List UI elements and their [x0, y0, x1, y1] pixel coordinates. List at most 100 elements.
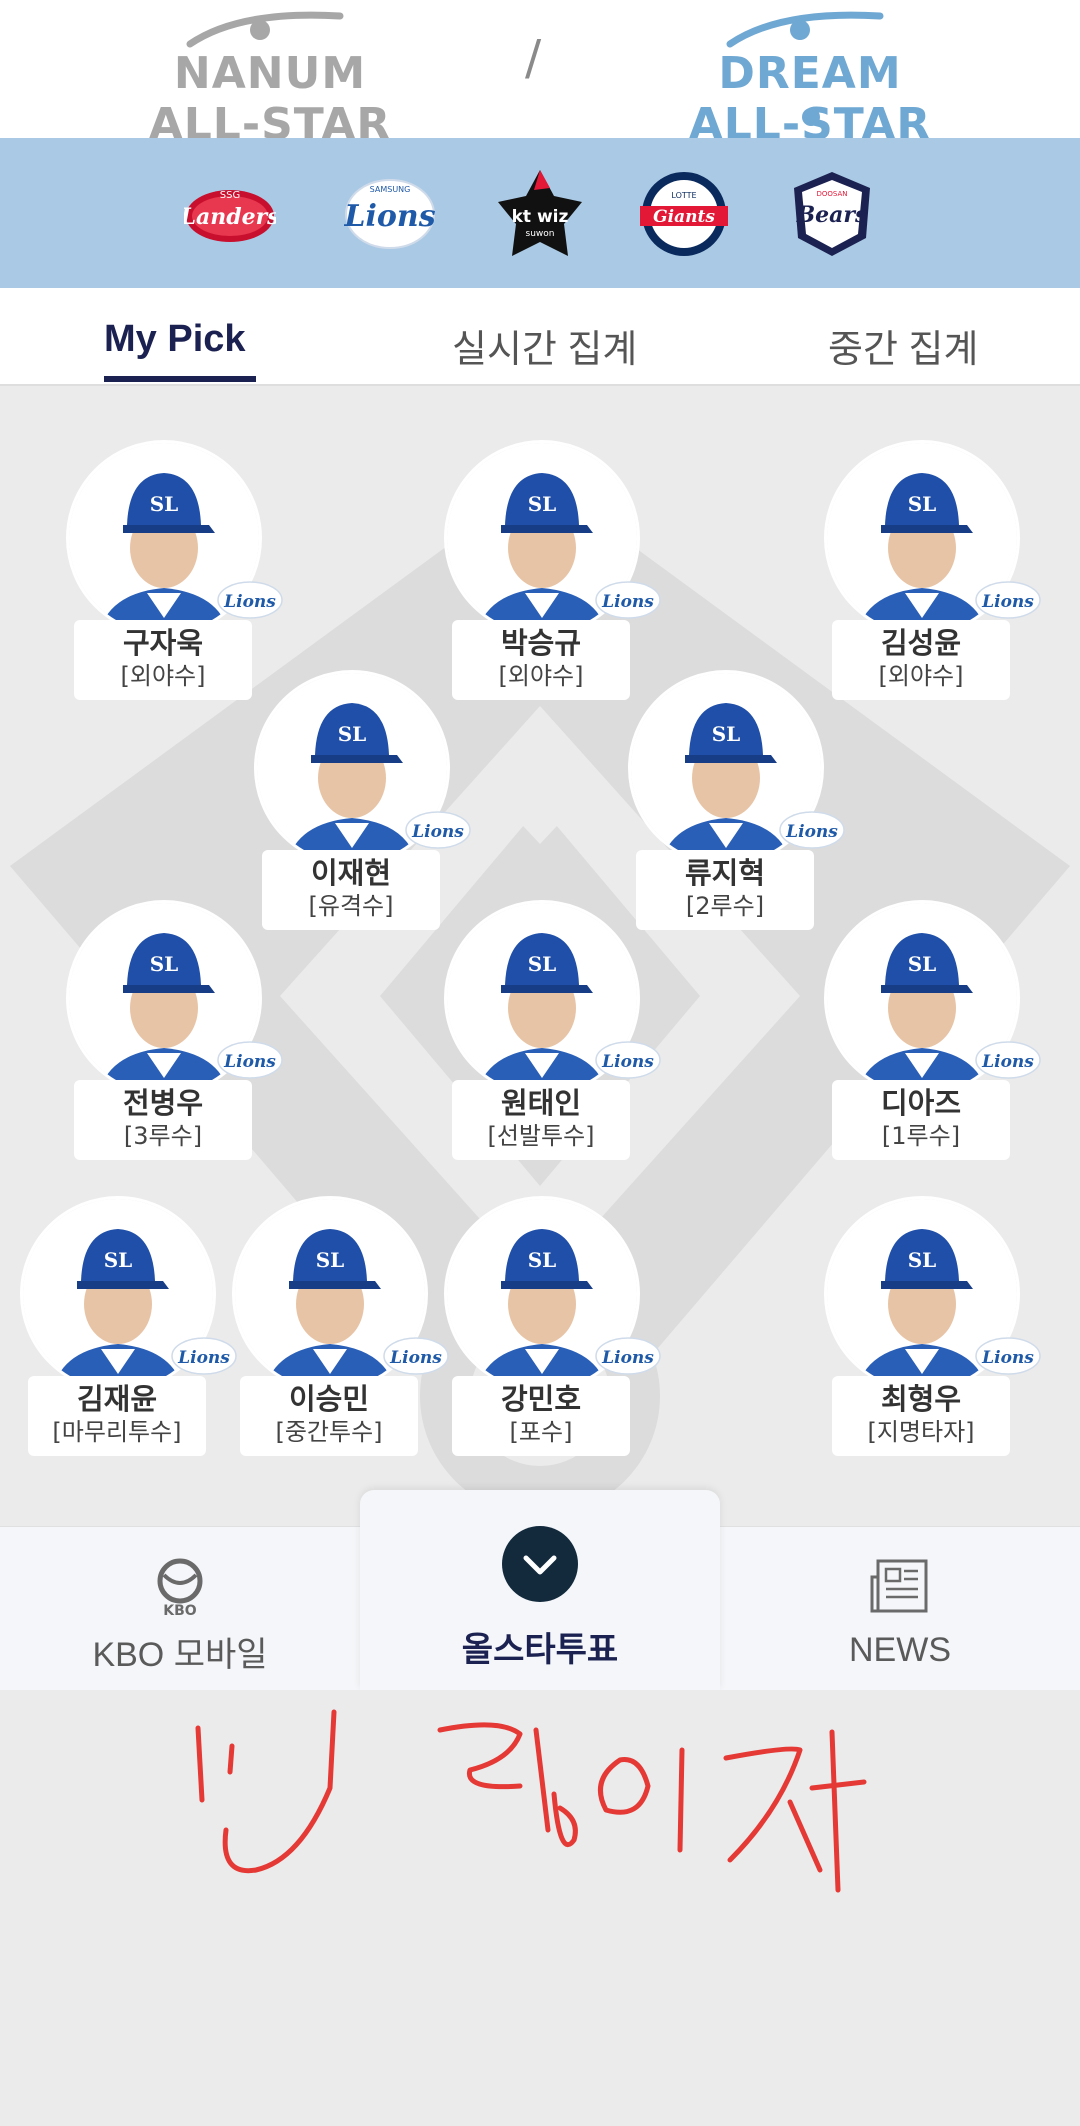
player-info: 디아즈 [1루수] [832, 1080, 1010, 1160]
lions-badge-icon: Lions [779, 811, 845, 849]
nav-news[interactable]: NEWS [720, 1527, 1080, 1691]
player-info: 전병우 [3루수] [74, 1080, 252, 1160]
player-card[interactable]: SL Lions 전병우 [3루수] [66, 900, 283, 1170]
player-name: 최형우 [880, 1382, 962, 1416]
player-position: [1루수] [881, 1122, 961, 1150]
player-card[interactable]: SL Lions 이승민 [중간투수] [232, 1196, 449, 1466]
player-position: [2루수] [685, 892, 765, 920]
lions-logo-icon: SAMSUNG Lions [344, 179, 436, 249]
player-position: [지명타자] [867, 1418, 975, 1446]
ktwiz-logo-icon: kt wiz suwon [498, 170, 582, 256]
svg-text:DOOSAN: DOOSAN [816, 190, 847, 198]
player-card[interactable]: SL Lions 디아즈 [1루수] [824, 900, 1041, 1170]
tab-bar: My Pick 실시간 집계 중간 집계 [0, 288, 1080, 386]
nanum-logo-text: NANUM ALL-STAR [148, 48, 392, 150]
nanum-swoosh-icon [186, 11, 344, 48]
player-info: 강민호 [포수] [452, 1376, 630, 1456]
player-info: 류지혁 [2루수] [636, 850, 814, 930]
dream-logo-text: DREAM ALL-STAR [689, 48, 931, 150]
nav-allstar-vote[interactable]: 올스타투표 [360, 1490, 720, 1690]
player-position: [외야수] [498, 662, 584, 690]
nav-vote-label: 올스타투표 [461, 1631, 619, 1669]
lions-badge-icon: Lions [383, 1337, 449, 1375]
player-info: 김성윤 [외야수] [832, 620, 1010, 700]
active-tab-indicator [104, 376, 256, 382]
svg-text:suwon: suwon [526, 229, 555, 239]
player-name: 구자욱 [122, 626, 204, 660]
player-name: 원태인 [500, 1086, 582, 1120]
player-card[interactable]: SL Lions 김재윤 [마무리투수] [20, 1196, 237, 1466]
kbo-logo-icon: KBO [157, 1558, 203, 1617]
svg-text:Lions: Lions [601, 1348, 654, 1368]
svg-text:SL: SL [712, 722, 741, 746]
player-card[interactable]: SL Lions 강민호 [포수] [444, 1196, 661, 1466]
player-position: [선발투수] [487, 1122, 595, 1150]
dream-allstar-logo[interactable]: DREAM ALL-STAR [660, 10, 960, 150]
nav-news-label: NEWS [849, 1631, 951, 1669]
svg-text:Lions: Lions [785, 822, 838, 842]
player-card[interactable]: SL Lions 이재현 [유격수] [254, 670, 471, 940]
nanum-allstar-logo[interactable]: NANUM ALL-STAR [120, 10, 420, 150]
tab-my-pick[interactable]: My Pick [104, 318, 246, 361]
svg-text:Bears: Bears [796, 202, 868, 228]
player-position: [포수] [509, 1418, 573, 1446]
nav-kbo-mobile[interactable]: KBO KBO 모바일 [0, 1527, 360, 1691]
player-info: 최형우 [지명타자] [832, 1376, 1010, 1456]
svg-text:SL: SL [150, 952, 179, 976]
player-name: 디아즈 [880, 1086, 962, 1120]
svg-text:Lions: Lions [411, 822, 464, 842]
svg-text:SL: SL [150, 492, 179, 516]
lions-badge-icon: Lions [595, 1041, 661, 1079]
svg-text:SL: SL [338, 722, 367, 746]
svg-text:SAMSUNG: SAMSUNG [370, 185, 411, 194]
player-position: [유격수] [308, 892, 394, 920]
chevron-down-icon [523, 1555, 557, 1575]
player-card[interactable]: SL Lions 박승규 [외야수] [444, 440, 661, 710]
allstar-header: NANUM ALL-STAR / DREAM ALL-STAR [0, 0, 1080, 150]
vote-toggle-button[interactable] [502, 1526, 578, 1602]
svg-text:SL: SL [316, 1248, 345, 1272]
newspaper-icon [870, 1559, 928, 1613]
player-name: 전병우 [122, 1086, 204, 1120]
player-card[interactable]: SL Lions 구자욱 [외야수] [66, 440, 283, 710]
tab-realtime-tally[interactable]: 실시간 집계 [452, 318, 637, 373]
giants-logo-icon: LOTTE Giants [640, 172, 728, 256]
svg-text:Lions: Lions [601, 1052, 654, 1072]
svg-text:SL: SL [908, 492, 937, 516]
bears-logo-icon: DOOSAN Bears [794, 172, 870, 256]
lions-badge-icon: Lions [595, 1337, 661, 1375]
team-logo-landers[interactable]: SSG Landers [184, 168, 276, 260]
team-logo-giants[interactable]: LOTTE Giants [638, 168, 730, 260]
lions-badge-icon: Lions [171, 1337, 237, 1375]
lions-badge-icon: Lions [595, 581, 661, 619]
nav-kbo-label: KBO 모바일 [92, 1636, 268, 1674]
player-card[interactable]: SL Lions 원태인 [선발투수] [444, 900, 661, 1170]
lions-badge-icon: Lions [975, 1337, 1041, 1375]
svg-text:SL: SL [528, 1248, 557, 1272]
team-logo-ktwiz[interactable]: kt wiz suwon [494, 168, 586, 260]
player-info: 구자욱 [외야수] [74, 620, 252, 700]
player-position: [외야수] [120, 662, 206, 690]
svg-text:KBO: KBO [163, 1603, 197, 1617]
player-card[interactable]: SL Lions 최형우 [지명타자] [824, 1196, 1041, 1466]
player-name: 김재윤 [76, 1382, 158, 1416]
player-position: [마무리투수] [52, 1418, 182, 1446]
svg-text:Lions: Lions [981, 1052, 1034, 1072]
team-logo-bears[interactable]: DOOSAN Bears [786, 168, 878, 260]
svg-text:Lions: Lions [601, 592, 654, 612]
tab-interim-tally[interactable]: 중간 집계 [828, 318, 978, 373]
logo-separator: / [525, 30, 542, 86]
player-name: 이재현 [310, 856, 392, 890]
dream-swoosh-icon [726, 11, 884, 48]
team-logo-lions[interactable]: SAMSUNG Lions [344, 168, 436, 260]
svg-text:Lions: Lions [981, 1348, 1034, 1368]
player-card[interactable]: SL Lions 류지혁 [2루수] [628, 670, 845, 940]
svg-text:SL: SL [908, 952, 937, 976]
player-position: [3루수] [123, 1122, 203, 1150]
svg-text:Lions: Lions [223, 592, 276, 612]
player-card[interactable]: SL Lions 김성윤 [외야수] [824, 440, 1041, 710]
lions-badge-icon: Lions [217, 581, 283, 619]
svg-text:SL: SL [528, 492, 557, 516]
lions-badge-icon: Lions [405, 811, 471, 849]
svg-text:Giants: Giants [653, 207, 715, 227]
